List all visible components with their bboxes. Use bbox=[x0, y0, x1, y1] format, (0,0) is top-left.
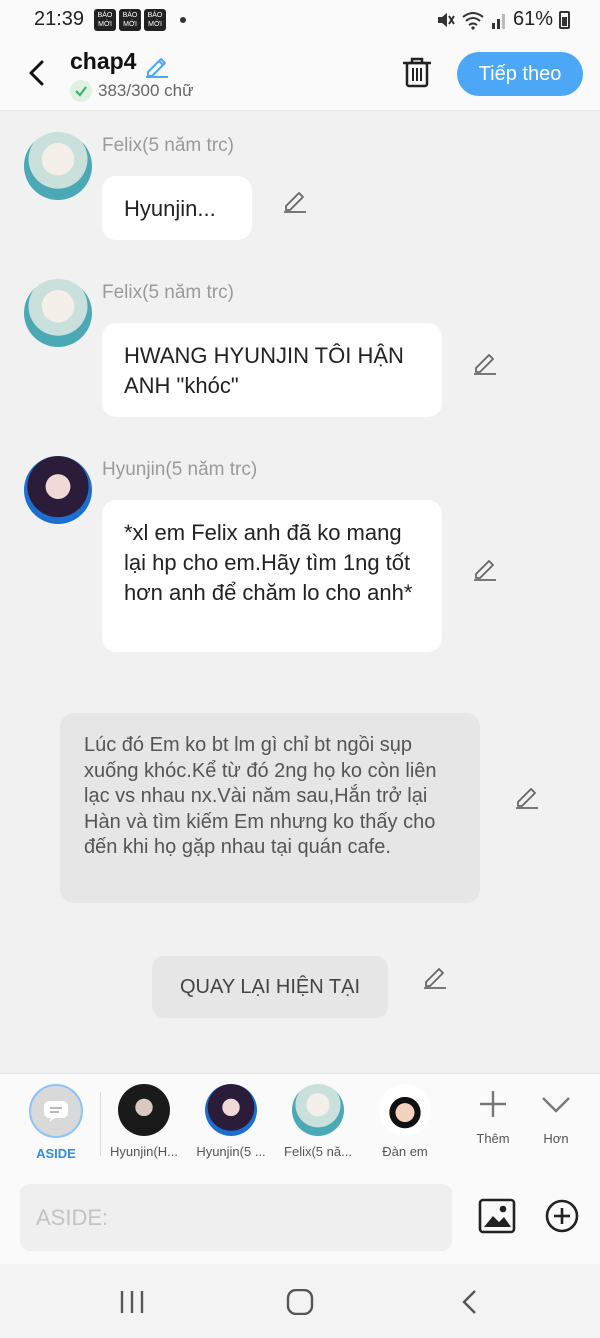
back-arrow-icon[interactable] bbox=[22, 58, 52, 88]
character-avatar bbox=[118, 1084, 170, 1136]
story-chat-area[interactable]: Felix(5 năm trc) Hyunjin... Felix(5 năm … bbox=[0, 111, 600, 1073]
plus-icon bbox=[480, 1091, 506, 1117]
character-felix-5[interactable]: Felix(5 nă... bbox=[275, 1084, 361, 1159]
edit-message-pencil-icon[interactable] bbox=[282, 187, 308, 213]
add-label: Thêm bbox=[476, 1131, 510, 1146]
word-count-text: 383/300 chữ bbox=[98, 81, 194, 100]
expand-label: Hơn bbox=[543, 1131, 569, 1146]
image-icon[interactable] bbox=[478, 1198, 516, 1234]
news-app-notification-icon: BÁO MỚI bbox=[119, 9, 141, 31]
speaker-name: Felix(5 năm trc) bbox=[102, 282, 234, 303]
message-input[interactable] bbox=[20, 1184, 452, 1251]
add-character-button[interactable]: Thêm bbox=[463, 1088, 523, 1146]
more-notifications-dot bbox=[180, 17, 186, 23]
system-back-icon[interactable] bbox=[460, 1289, 480, 1315]
mute-icon bbox=[437, 12, 455, 27]
character-label: Hyunjin(5 ... bbox=[196, 1144, 266, 1159]
compose-bar bbox=[0, 1174, 600, 1264]
status-bar: 21:39 BÁO MỚI BÁO MỚI BÁO MỚI 61% bbox=[0, 0, 600, 40]
check-icon bbox=[70, 80, 92, 102]
character-label: Felix(5 nă... bbox=[284, 1144, 352, 1159]
character-dan-em[interactable]: Đàn em bbox=[362, 1084, 448, 1159]
edit-message-pencil-icon[interactable] bbox=[472, 555, 498, 581]
battery-icon bbox=[559, 10, 570, 29]
character-selector: ASIDE Hyunjin(H... Hyunjin(5 ... Felix(5… bbox=[0, 1073, 600, 1175]
felix-avatar[interactable] bbox=[24, 132, 92, 200]
signal-icon bbox=[491, 13, 505, 29]
chevron-down-icon bbox=[542, 1097, 570, 1113]
expand-characters-button[interactable]: Hơn bbox=[526, 1088, 586, 1146]
message-bubble[interactable]: *xl em Felix anh đã ko mang lại hp cho e… bbox=[102, 500, 442, 652]
character-hyunjin-h[interactable]: Hyunjin(H... bbox=[101, 1084, 187, 1159]
speaker-name: Hyunjin(5 năm trc) bbox=[102, 459, 258, 480]
edit-aside-pencil-icon[interactable] bbox=[514, 783, 540, 809]
wifi-icon bbox=[462, 11, 484, 30]
edit-title-pencil-icon[interactable] bbox=[144, 52, 170, 78]
speaker-name: Felix(5 năm trc) bbox=[102, 135, 234, 156]
felix-avatar[interactable] bbox=[24, 279, 92, 347]
recent-apps-icon[interactable] bbox=[118, 1289, 146, 1315]
edit-message-pencil-icon[interactable] bbox=[472, 349, 498, 375]
news-app-notification-icon: BÁO MỚI bbox=[144, 9, 166, 31]
message-bubble[interactable]: Hyunjin... bbox=[102, 176, 252, 240]
trash-icon[interactable] bbox=[400, 54, 434, 90]
character-avatar bbox=[292, 1084, 344, 1136]
battery-level: 61% bbox=[512, 8, 553, 30]
character-avatar bbox=[379, 1084, 431, 1136]
hyunjin-avatar[interactable] bbox=[24, 456, 92, 524]
return-to-present-block[interactable]: QUAY LẠI HIỆN TẠI bbox=[152, 956, 388, 1018]
character-label: Đàn em bbox=[382, 1144, 428, 1159]
news-app-notification-icon: BÁO MỚI bbox=[94, 9, 116, 31]
edit-block-pencil-icon[interactable] bbox=[422, 963, 448, 989]
character-label: Hyunjin(H... bbox=[110, 1144, 178, 1159]
status-time: 21:39 bbox=[34, 8, 85, 30]
add-circle-icon[interactable] bbox=[544, 1198, 580, 1234]
word-count: 383/300 chữ bbox=[70, 80, 194, 102]
character-avatar bbox=[205, 1084, 257, 1136]
character-aside[interactable]: ASIDE bbox=[13, 1084, 99, 1161]
editor-header: chap4 383/300 chữ Tiếp theo bbox=[0, 40, 600, 111]
character-label: ASIDE bbox=[36, 1146, 76, 1161]
system-nav-bar bbox=[0, 1264, 600, 1338]
chapter-title: chap4 bbox=[70, 48, 137, 74]
message-bubble[interactable]: HWANG HYUNJIN TÔI HẬN ANH "khóc" bbox=[102, 323, 442, 417]
next-button[interactable]: Tiếp theo bbox=[457, 52, 583, 96]
character-hyunjin-5[interactable]: Hyunjin(5 ... bbox=[188, 1084, 274, 1159]
status-right: 61% bbox=[435, 8, 570, 31]
aside-narration[interactable]: Lúc đó Em ko bt lm gì chỉ bt ngồi sụp xu… bbox=[60, 713, 480, 903]
home-icon[interactable] bbox=[286, 1289, 314, 1315]
aside-icon bbox=[29, 1084, 83, 1138]
